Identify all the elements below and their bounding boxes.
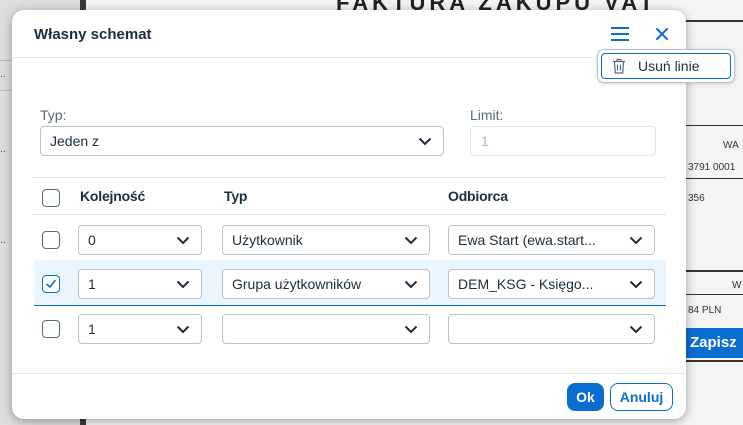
recipient-select[interactable] [448, 314, 655, 344]
type-select[interactable]: Jeden z [40, 126, 444, 156]
dialog-header: Własny schemat [12, 10, 686, 58]
order-select[interactable]: 1 [78, 314, 202, 344]
type-select[interactable]: Użytkownik [222, 225, 430, 255]
hamburger-menu-icon[interactable] [606, 20, 634, 48]
chevron-down-icon [404, 280, 418, 289]
chevron-down-icon [629, 236, 643, 245]
background-text: WA [723, 140, 739, 151]
limit-label: Limit: [470, 107, 504, 123]
background-text: 3791 0001 [688, 162, 736, 173]
recipient-select[interactable]: DEM_KSG - Księgo... [448, 269, 655, 299]
cancel-button[interactable]: Anuluj [610, 383, 673, 411]
order-select[interactable]: 0 [78, 225, 202, 255]
chevron-down-icon [176, 325, 190, 334]
divider [34, 177, 666, 178]
type-select-value: Jeden z [50, 133, 100, 149]
row-type-value: Użytkownik [232, 232, 303, 248]
column-header-type[interactable]: Typ [224, 188, 247, 204]
row-checkbox[interactable] [42, 231, 60, 249]
chevron-down-icon [404, 325, 418, 334]
check-icon [46, 279, 56, 288]
divider [684, 125, 743, 126]
save-button[interactable]: Zapisz [686, 328, 743, 358]
divider [684, 294, 743, 295]
background-text: 356 [688, 193, 705, 204]
row-checkbox[interactable] [42, 320, 60, 338]
chevron-down-icon [404, 236, 418, 245]
options-popover: Usuń linie [598, 50, 734, 82]
limit-input: 1 [470, 126, 656, 156]
chevron-down-icon [418, 137, 432, 146]
divider [684, 270, 743, 272]
recipient-value: Ewa Start (ewa.start... [458, 232, 596, 248]
row-type-value: Grupa użytkowników [232, 276, 362, 292]
custom-schema-dialog: Własny schemat Typ: Jeden z Limit: 1 Kol… [12, 10, 686, 419]
chevron-down-icon [176, 280, 190, 289]
divider [684, 360, 743, 362]
divider [34, 214, 666, 215]
column-header-order[interactable]: Kolejność [80, 188, 145, 204]
select-all-checkbox[interactable] [42, 189, 60, 207]
order-select[interactable]: 1 [78, 269, 202, 299]
delete-lines-label: Usuń linie [638, 58, 700, 74]
ok-button[interactable]: Ok [567, 383, 604, 411]
chevron-down-icon [176, 236, 190, 245]
order-value: 0 [88, 232, 96, 248]
type-select[interactable]: Grupa użytkowników [222, 269, 430, 299]
divider [684, 20, 743, 22]
background-text: .. [0, 234, 7, 246]
order-value: 1 [88, 321, 96, 337]
chevron-down-icon [629, 325, 643, 334]
dialog-footer: Ok Anuluj [12, 373, 686, 419]
column-header-recipient[interactable]: Odbiorca [448, 188, 508, 204]
chevron-down-icon [629, 280, 643, 289]
dialog-title: Własny schemat [34, 26, 152, 43]
background-text: .. [0, 68, 7, 80]
trash-icon [613, 58, 625, 74]
row-checkbox[interactable] [42, 275, 60, 293]
recipient-select[interactable]: Ewa Start (ewa.start... [448, 225, 655, 255]
type-label: Typ: [40, 107, 67, 123]
background-text: W [732, 280, 742, 291]
order-value: 1 [88, 276, 96, 292]
recipient-value: DEM_KSG - Księgo... [458, 276, 594, 292]
background-text: .. [0, 143, 7, 155]
background-text: 84 PLN [688, 305, 722, 316]
close-icon[interactable] [648, 20, 676, 48]
type-select[interactable] [222, 314, 430, 344]
delete-lines-menu-item[interactable]: Usuń linie [601, 53, 731, 79]
divider [684, 178, 743, 179]
